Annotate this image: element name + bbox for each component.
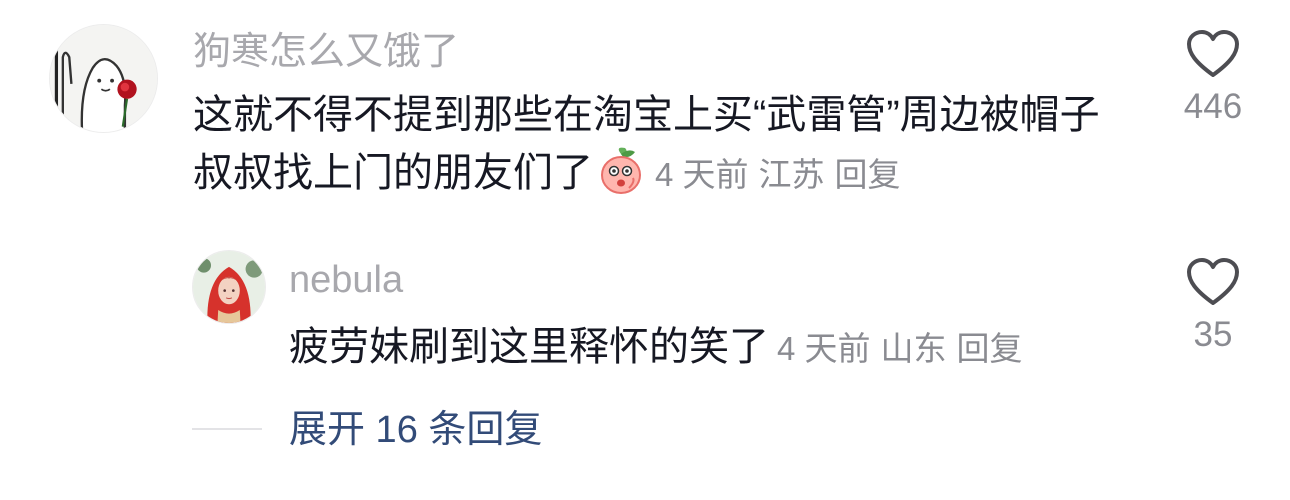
like-count: 35	[1193, 315, 1233, 354]
comment-location: 山东	[880, 330, 947, 367]
reply-button[interactable]: 回复	[957, 330, 1023, 367]
peach-emoji-icon	[601, 147, 641, 194]
heart-outline-icon[interactable]	[1185, 256, 1241, 308]
like-count: 446	[1183, 87, 1243, 126]
comment-body: 疲劳妹刷到这里释怀的笑了 4 天前 山东 回复	[289, 318, 1149, 378]
comment-text: 疲劳妹刷到这里释怀的笑了	[289, 325, 769, 369]
avatar[interactable]	[49, 24, 158, 133]
comment-time: 4 天前	[777, 330, 871, 367]
expand-replies-button[interactable]: 展开 16 条回复	[289, 408, 542, 452]
comment-time: 4 天前	[655, 156, 749, 193]
avatar[interactable]	[192, 250, 266, 324]
comment-username[interactable]: 狗寒怎么又饿了	[193, 30, 459, 74]
like-control: 35	[1153, 256, 1273, 355]
heart-outline-icon[interactable]	[1185, 28, 1241, 80]
illustrated-avatar-image	[193, 251, 265, 323]
expand-divider	[192, 428, 262, 430]
like-control: 446	[1153, 28, 1273, 127]
comment-body: 这就不得不提到那些在淘宝上买“武雷管”周边被帽子叔叔找上门的朋友们了 4 天前江…	[193, 86, 1128, 204]
cartoon-avatar-image	[50, 25, 157, 132]
reply-button[interactable]: 回复	[835, 156, 901, 193]
comment-username[interactable]: nebula	[289, 258, 403, 302]
comment-meta: 4 天前 江苏 回复	[655, 156, 911, 193]
comment-meta: 4 天前 山东 回复	[777, 330, 1033, 367]
comment-location: 江苏	[758, 156, 825, 193]
